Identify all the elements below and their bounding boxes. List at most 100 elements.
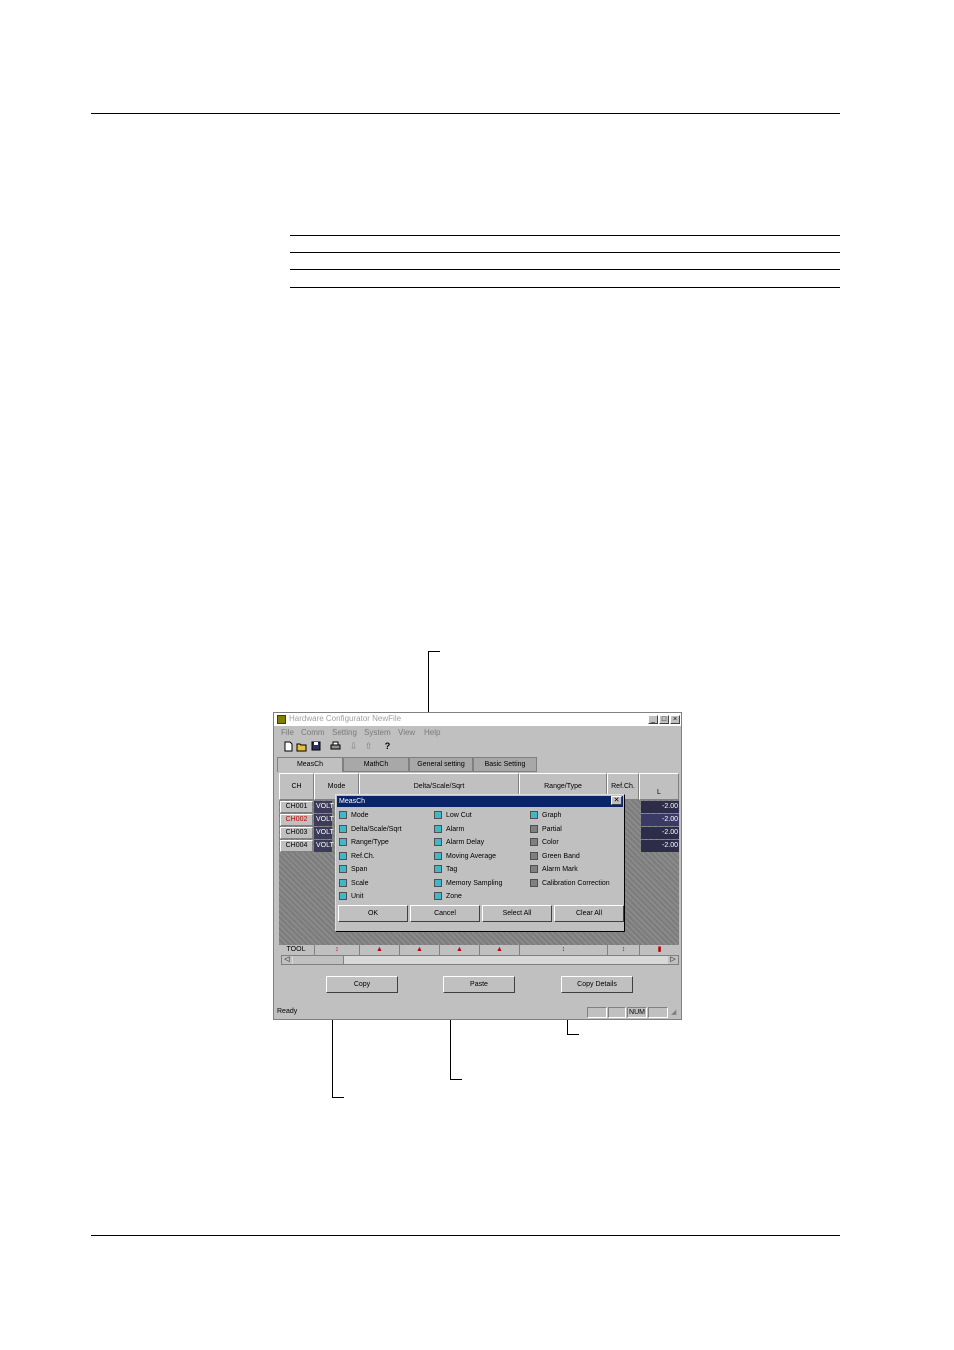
status-bar: Ready NUM ◢	[274, 1006, 681, 1019]
option-label: Tag	[446, 866, 458, 873]
checkbox[interactable]	[339, 825, 347, 833]
checkbox[interactable]	[434, 811, 442, 819]
horizontal-scrollbar[interactable]: ◁ ▷	[281, 955, 679, 965]
table-rule-2	[290, 252, 840, 253]
minimize-button[interactable]: _	[648, 715, 658, 724]
status-num: NUM	[627, 1007, 647, 1018]
row-value-3[interactable]: -2.00	[641, 827, 679, 839]
copy-button[interactable]: Copy	[326, 976, 398, 993]
option-label: Zone	[446, 893, 462, 900]
tab-basic-setting[interactable]: Basic Setting	[473, 757, 537, 772]
dialog-title[interactable]: MeasCh	[337, 796, 623, 807]
checkbox[interactable]	[339, 879, 347, 887]
footer-marker-4[interactable]: ▲	[479, 945, 519, 955]
footer-marker-1[interactable]: ▲	[359, 945, 399, 955]
open-icon[interactable]	[296, 741, 307, 752]
tab-strip: MeasCh MathCh General setting Basic Sett…	[277, 757, 677, 772]
option-label: Green Band	[542, 853, 580, 860]
scroll-thumb[interactable]	[293, 956, 344, 964]
copy-details-button[interactable]: Copy Details	[561, 976, 633, 993]
col-header-ch[interactable]: CH	[279, 773, 314, 800]
menu-setting[interactable]: Setting	[332, 728, 357, 737]
option-label: Low Cut	[446, 812, 472, 819]
title-bar[interactable]: Hardware Configurator NewFile _ □ ×	[274, 713, 681, 726]
measch-dialog: MeasCh ✕ Mode Delta/Scale/Sqrt Range/Typ…	[335, 794, 625, 932]
footer-rule	[91, 1235, 840, 1236]
row-mode-2[interactable]: VOLT	[314, 814, 334, 826]
checkbox[interactable]	[339, 838, 347, 846]
save-icon[interactable]	[310, 741, 321, 752]
close-button[interactable]: ×	[670, 715, 680, 724]
row-mode-1[interactable]: VOLT	[314, 801, 334, 813]
ok-button[interactable]: OK	[338, 905, 408, 922]
checkbox[interactable]	[339, 892, 347, 900]
col-header-l[interactable]: L	[639, 773, 679, 800]
option-label: Unit	[351, 893, 364, 900]
status-panel-4	[648, 1007, 668, 1018]
clear-all-button[interactable]: Clear All	[554, 905, 624, 922]
checkbox[interactable]	[530, 838, 538, 846]
checkbox[interactable]	[530, 865, 538, 873]
row-value-1[interactable]: -2.00	[641, 801, 679, 813]
tab-general-setting[interactable]: General setting	[409, 757, 473, 772]
option-label: Alarm Mark	[542, 866, 578, 873]
option-label: Calibration Correction	[542, 880, 610, 887]
app-window: Hardware Configurator NewFile _ □ × File…	[273, 712, 682, 1020]
table-rule-1	[290, 235, 840, 236]
checkbox[interactable]	[339, 811, 347, 819]
row-ch004[interactable]: CH004	[280, 840, 313, 852]
scroll-right-icon[interactable]: ▷	[668, 956, 678, 964]
status-text: Ready	[277, 1008, 298, 1015]
checkbox[interactable]	[530, 811, 538, 819]
new-icon[interactable]	[283, 741, 294, 752]
footer-marker-range[interactable]: ↕	[519, 945, 607, 955]
receive-icon[interactable]: ⇩	[348, 741, 359, 752]
scroll-left-icon[interactable]: ◁	[282, 956, 292, 964]
menu-help[interactable]: Help	[424, 728, 440, 737]
checkbox[interactable]	[434, 879, 442, 887]
paste-button[interactable]: Paste	[443, 976, 515, 993]
menu-file[interactable]: File	[281, 728, 294, 737]
window-title: Hardware Configurator NewFile	[289, 714, 402, 723]
footer-marker-2[interactable]: ▲	[399, 945, 439, 955]
row-ch001[interactable]: CH001	[280, 801, 313, 813]
checkbox[interactable]	[339, 852, 347, 860]
checkbox[interactable]	[530, 825, 538, 833]
dialog-close-icon[interactable]: ✕	[611, 796, 622, 805]
checkbox[interactable]	[434, 825, 442, 833]
option-label: Range/Type	[351, 839, 389, 846]
checkbox[interactable]	[339, 865, 347, 873]
help-icon[interactable]: ?	[382, 741, 393, 752]
maximize-button[interactable]: □	[659, 715, 669, 724]
dialog-title-text: MeasCh	[339, 798, 366, 805]
status-panel-1	[587, 1007, 607, 1018]
menu-view[interactable]: View	[398, 728, 415, 737]
resize-grip-icon[interactable]: ◢	[671, 1008, 676, 1016]
row-value-4[interactable]: -2.00	[641, 840, 679, 852]
callout-copy-horizontal	[332, 1097, 344, 1098]
menu-comm[interactable]: Comm	[301, 728, 325, 737]
row-ch003[interactable]: CH003	[280, 827, 313, 839]
footer-marker-3[interactable]: ▲	[439, 945, 479, 955]
checkbox[interactable]	[530, 852, 538, 860]
send-icon[interactable]: ⇧	[363, 741, 374, 752]
row-mode-4[interactable]: VOLT	[314, 840, 334, 852]
footer-marker-refch[interactable]: ↕	[607, 945, 639, 955]
footer-marker-l[interactable]: ▮	[639, 945, 679, 955]
row-ch002[interactable]: CH002	[280, 814, 313, 826]
tab-measch[interactable]: MeasCh	[277, 757, 343, 772]
option-label: Scale	[351, 880, 369, 887]
footer-marker-mode[interactable]: ↕	[314, 945, 359, 955]
checkbox[interactable]	[530, 879, 538, 887]
tab-mathch[interactable]: MathCh	[343, 757, 409, 772]
checkbox[interactable]	[434, 852, 442, 860]
row-mode-3[interactable]: VOLT	[314, 827, 334, 839]
menu-system[interactable]: System	[364, 728, 391, 737]
checkbox[interactable]	[434, 865, 442, 873]
checkbox[interactable]	[434, 838, 442, 846]
select-all-button[interactable]: Select All	[482, 905, 552, 922]
cancel-button[interactable]: Cancel	[410, 905, 480, 922]
row-value-2[interactable]: -2.00	[641, 814, 679, 826]
checkbox[interactable]	[434, 892, 442, 900]
print-icon[interactable]	[330, 741, 341, 752]
